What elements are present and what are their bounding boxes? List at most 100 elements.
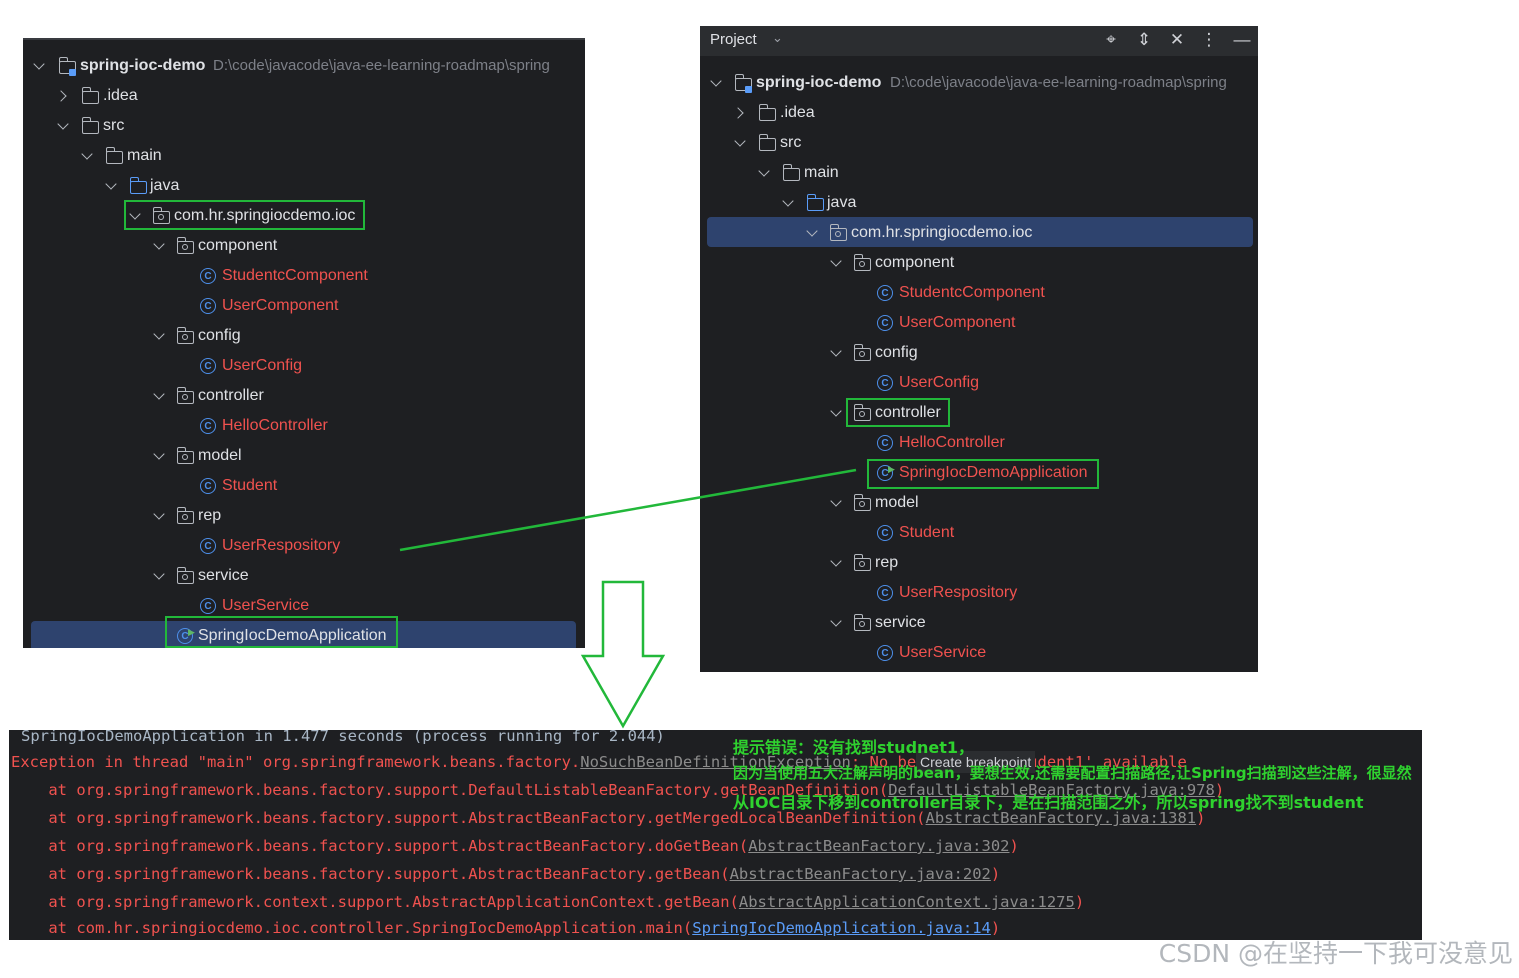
class-label: UserService [899, 644, 987, 661]
module-badge-icon [745, 86, 752, 93]
console-text: ) [1074, 893, 1085, 911]
console-line-stack: at com.hr.springiocdemo.ioc.controller.S… [11, 914, 1000, 940]
chevron-down-icon[interactable] [830, 615, 842, 627]
source-folder-icon [129, 177, 147, 194]
chevron-down-icon[interactable] [153, 508, 165, 520]
chevron-down-icon[interactable] [153, 238, 165, 250]
class-label: StudentcComponent [899, 284, 1045, 301]
chevron-down-icon[interactable] [830, 345, 842, 357]
collapse-icon[interactable]: ✕ [1166, 30, 1188, 50]
package-icon [176, 507, 194, 524]
package-label: component [198, 237, 278, 254]
package-icon [853, 494, 871, 511]
class-icon: C [200, 478, 216, 494]
class-icon: C [877, 285, 893, 301]
class-icon: C [877, 435, 893, 451]
folder-icon [782, 164, 800, 181]
console-line-stack: at org.springframework.context.support.A… [11, 888, 1084, 916]
project-tool-header: Project ⌄ ⌖ ⇕ ✕ ⋮ — [700, 26, 1258, 56]
chevron-right-icon[interactable] [732, 107, 744, 119]
more-icon[interactable]: ⋮ [1198, 30, 1220, 50]
class-icon: C [200, 418, 216, 434]
chevron-down-icon[interactable] [153, 568, 165, 580]
tree-row-project-root[interactable]: spring-ioc-demo D:\code\javacode\java-ee… [23, 51, 585, 81]
chevron-down-icon[interactable] [81, 148, 93, 160]
chevron-down-icon[interactable] [734, 135, 746, 147]
console-line-stack: at org.springframework.beans.factory.sup… [11, 832, 1019, 860]
chevron-down-icon[interactable] [153, 388, 165, 400]
class-icon: C [200, 268, 216, 284]
chevron-down-icon[interactable] [153, 448, 165, 460]
package-icon [176, 327, 194, 344]
chevron-down-icon[interactable] [153, 328, 165, 340]
console-text: ) [1009, 837, 1019, 855]
highlight-box-application [165, 616, 398, 648]
project-path: D:\code\javacode\java-ee-learning-roadma… [890, 74, 1227, 91]
chevron-down-icon[interactable] [830, 495, 842, 507]
class-label: UserConfig [899, 374, 980, 391]
folder-label: main [127, 147, 162, 164]
project-tool-title[interactable]: Project [710, 31, 757, 48]
class-label: HelloController [222, 417, 328, 434]
chevron-down-icon[interactable] [830, 405, 842, 417]
package-label: model [198, 447, 242, 464]
chevron-right-icon[interactable] [55, 90, 67, 102]
chevron-down-icon[interactable] [830, 255, 842, 267]
class-icon: C [200, 538, 216, 554]
folder-label: java [827, 194, 857, 211]
chevron-down-icon[interactable] [57, 118, 69, 130]
console-line-stack: at org.springframework.beans.factory.sup… [11, 860, 1000, 888]
class-icon: C [877, 375, 893, 391]
package-icon [853, 344, 871, 361]
folder-icon [81, 87, 99, 104]
folder-icon [758, 134, 776, 151]
down-arrow-icon [580, 580, 666, 729]
source-folder-icon [806, 194, 824, 211]
annotation-line-2: 因为当使用五大注解声明的bean，要想生效,还需要配置扫描路径,让Spring扫… [733, 764, 1412, 782]
highlight-box-ioc-package [124, 200, 365, 230]
chevron-down-icon[interactable] [105, 178, 117, 190]
class-label: StudentcComponent [222, 267, 368, 284]
highlight-box-moved-application [867, 459, 1099, 489]
package-label: rep [875, 554, 899, 571]
stack-trace-link[interactable]: AbstractBeanFactory.java:202 [730, 865, 991, 883]
minimize-icon[interactable]: — [1231, 30, 1253, 50]
folder-icon [105, 147, 123, 164]
chevron-down-icon[interactable] [830, 555, 842, 567]
chevron-down-icon[interactable]: ⌄ [772, 30, 783, 46]
folder-label: main [804, 164, 839, 181]
module-badge-icon [69, 69, 76, 76]
stack-trace-link[interactable]: AbstractApplicationContext.java:1275 [739, 893, 1075, 911]
package-icon [853, 254, 871, 271]
package-icon [176, 237, 194, 254]
crosshair-icon[interactable]: ⌖ [1100, 30, 1122, 50]
console-text: at org.springframework.context.support.A… [11, 893, 739, 911]
right-project-tree: Project ⌄ ⌖ ⇕ ✕ ⋮ — spring-ioc-demo D:\c… [700, 26, 1258, 672]
class-label: UserComponent [222, 297, 339, 314]
package-icon [853, 614, 871, 631]
chevron-down-icon[interactable] [710, 75, 722, 87]
class-label: Student [899, 524, 955, 541]
stack-trace-link[interactable]: AbstractBeanFactory.java:302 [748, 837, 1009, 855]
console-text: ) [990, 919, 1001, 937]
chevron-down-icon[interactable] [758, 165, 770, 177]
folder-label: src [780, 134, 802, 151]
package-label: controller [198, 387, 264, 404]
class-label: UserRespository [899, 584, 1018, 601]
tree-row-project-root[interactable]: spring-ioc-demo D:\code\javacode\java-ee… [700, 68, 1258, 98]
stack-trace-link[interactable]: SpringIocDemoApplication.java:14 [692, 919, 991, 937]
console-text: Exception in thread "main" org.springfra… [11, 753, 581, 771]
console-line-started: SpringIocDemoApplication in 1.477 second… [21, 730, 665, 750]
project-name: spring-ioc-demo [756, 74, 882, 91]
package-label: com.hr.springiocdemo.ioc [851, 224, 1033, 241]
package-label: service [875, 614, 926, 631]
chevron-down-icon[interactable] [33, 58, 45, 70]
project-path: D:\code\javacode\java-ee-learning-roadma… [213, 57, 550, 74]
class-icon: C [877, 315, 893, 331]
folder-label: .idea [780, 104, 815, 121]
console-text: ) [990, 865, 1001, 883]
package-label: component [875, 254, 955, 271]
chevron-down-icon[interactable] [782, 195, 794, 207]
expand-icon[interactable]: ⇕ [1133, 30, 1155, 50]
class-label: UserConfig [222, 357, 303, 374]
